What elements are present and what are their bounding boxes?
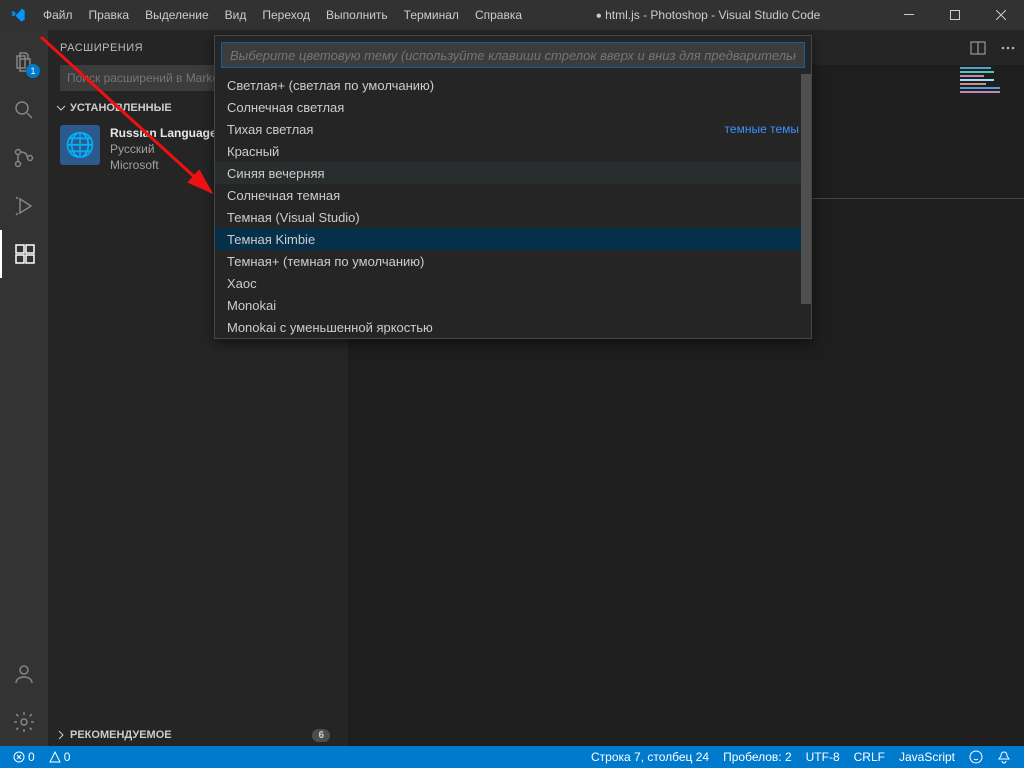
status-spaces[interactable]: Пробелов: 2 (718, 746, 797, 768)
titlebar: Файл Правка Выделение Вид Переход Выполн… (0, 0, 1024, 30)
group-label: темные темы (725, 122, 799, 136)
recommended-section-header[interactable]: РЕКОМЕНДУЕМОЕ 6 (48, 724, 348, 746)
window-title: ● html.js - Photoshop - Visual Studio Co… (530, 8, 886, 22)
activity-extensions[interactable] (0, 230, 48, 278)
bell-icon (997, 750, 1011, 764)
quickpick-input[interactable] (221, 42, 805, 68)
status-errors[interactable]: 0 (8, 746, 40, 768)
menu-selection[interactable]: Выделение (137, 0, 217, 30)
menu-terminal[interactable]: Терминал (396, 0, 467, 30)
theme-option[interactable]: Monokai (215, 294, 811, 316)
activity-explorer[interactable]: 1 (0, 38, 48, 86)
theme-option[interactable]: Темная Kimbie (215, 228, 811, 250)
theme-option[interactable]: Солнечная темная (215, 184, 811, 206)
menu-view[interactable]: Вид (217, 0, 255, 30)
chevron-down-icon (56, 103, 66, 113)
menu-file[interactable]: Файл (35, 0, 81, 30)
activity-search[interactable] (0, 86, 48, 134)
theme-option[interactable]: Monokai с уменьшенной яркостью (215, 316, 811, 338)
maximize-button[interactable] (932, 0, 978, 30)
minimize-button[interactable] (886, 0, 932, 30)
close-button[interactable] (978, 0, 1024, 30)
app-icon (0, 7, 35, 23)
modified-dot-icon: ● (596, 10, 602, 21)
explorer-badge: 1 (26, 64, 40, 78)
theme-option[interactable]: Темная (Visual Studio) (215, 206, 811, 228)
window-controls (886, 0, 1024, 30)
theme-option[interactable]: Солнечная светлая (215, 96, 811, 118)
status-language[interactable]: JavaScript (894, 746, 960, 768)
theme-option[interactable]: Тихая светлаятемные темы (215, 118, 811, 140)
theme-option[interactable]: Темная+ (темная по умолчанию) (215, 250, 811, 272)
theme-option[interactable]: Светлая+ (светлая по умолчанию) (215, 74, 811, 96)
color-theme-picker: Светлая+ (светлая по умолчанию)Солнечная… (214, 35, 812, 339)
quickpick-list: Светлая+ (светлая по умолчанию)Солнечная… (215, 74, 811, 338)
minimap[interactable] (954, 65, 1024, 185)
status-line-col[interactable]: Строка 7, столбец 24 (586, 746, 714, 768)
activity-bar: 1 (0, 30, 48, 746)
error-icon (13, 751, 25, 763)
extension-icon: 🌐 (60, 125, 100, 165)
status-feedback[interactable] (964, 746, 988, 768)
status-warnings[interactable]: 0 (44, 746, 76, 768)
menu-bar: Файл Правка Выделение Вид Переход Выполн… (35, 0, 530, 30)
activity-settings[interactable] (0, 698, 48, 746)
menu-go[interactable]: Переход (254, 0, 318, 30)
menu-run[interactable]: Выполнить (318, 0, 396, 30)
warning-icon (49, 751, 61, 763)
activity-debug[interactable] (0, 182, 48, 230)
chevron-right-icon (56, 730, 66, 740)
menu-help[interactable]: Справка (467, 0, 530, 30)
menu-edit[interactable]: Правка (81, 0, 138, 30)
theme-option[interactable]: Синяя вечерняя (215, 162, 811, 184)
status-bar: 0 0 Строка 7, столбец 24 Пробелов: 2 UTF… (0, 746, 1024, 768)
status-encoding[interactable]: UTF-8 (801, 746, 845, 768)
feedback-icon (969, 750, 983, 764)
quickpick-scrollbar[interactable] (801, 74, 811, 338)
activity-scm[interactable] (0, 134, 48, 182)
status-bell[interactable] (992, 746, 1016, 768)
more-actions-icon[interactable] (1000, 40, 1016, 56)
split-editor-icon[interactable] (970, 40, 986, 56)
activity-account[interactable] (0, 650, 48, 698)
theme-option[interactable]: Красный (215, 140, 811, 162)
status-eol[interactable]: CRLF (849, 746, 890, 768)
recommended-count-badge: 6 (312, 729, 330, 742)
theme-option[interactable]: Хаос (215, 272, 811, 294)
